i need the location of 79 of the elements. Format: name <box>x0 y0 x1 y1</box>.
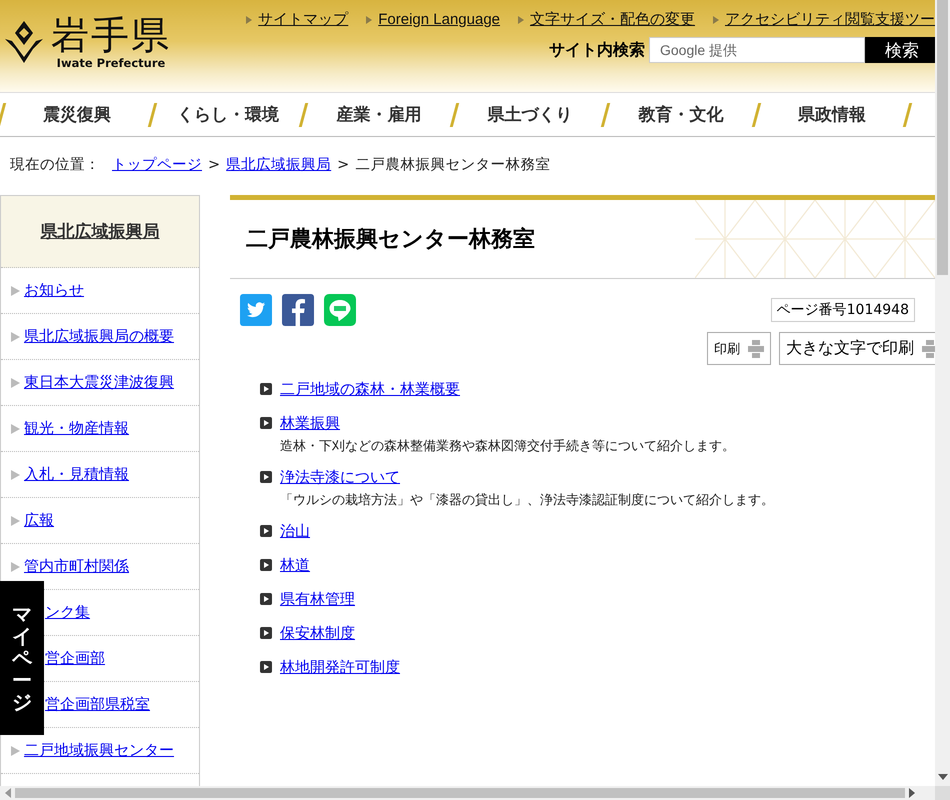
bullet-icon <box>260 593 272 605</box>
sidebar-link[interactable]: 管内市町村関係 <box>24 557 129 576</box>
sidebar-link[interactable]: 広報 <box>24 511 54 530</box>
scroll-right-icon[interactable] <box>909 788 915 798</box>
bullet-icon <box>713 16 719 24</box>
bullet-icon <box>260 661 272 673</box>
bullet-icon <box>11 516 20 526</box>
nav-tab[interactable]: 産業・雇用 <box>305 103 453 126</box>
breadcrumb-label: 現在の位置： <box>10 156 100 174</box>
vertical-scrollbar[interactable] <box>935 0 950 786</box>
nav-tab[interactable]: 県土づくり <box>456 103 604 126</box>
sidebar-link[interactable]: 入札・見積情報 <box>24 465 129 484</box>
logo-title: 岩手県 <box>51 14 171 56</box>
printer-icon <box>922 340 935 358</box>
bullet-icon <box>260 383 272 395</box>
sidebar-link[interactable]: 営企画部 <box>45 649 105 668</box>
bullet-icon <box>366 16 372 24</box>
page-number-badge: ページ番号1014948 <box>770 298 915 322</box>
emblem-icon <box>3 19 45 65</box>
sidebar-link[interactable]: お知らせ <box>24 281 84 300</box>
nav-tab[interactable]: 県政情報 <box>758 103 906 126</box>
content-link[interactable]: 県有林管理 <box>280 590 355 608</box>
mypage-tab[interactable]: マイページ <box>0 581 44 735</box>
search-label: サイト内検索 <box>549 40 645 60</box>
breadcrumb-current: 二戸農林振興センター林務室 <box>355 156 550 174</box>
print-button[interactable]: 印刷 <box>707 332 771 365</box>
bullet-icon <box>518 16 524 24</box>
scroll-down-icon[interactable] <box>938 774 948 780</box>
printer-icon <box>748 340 764 358</box>
bullet-icon <box>260 627 272 639</box>
bullet-icon <box>260 471 272 483</box>
scroll-left-icon[interactable] <box>5 788 11 798</box>
content-link[interactable]: 浄法寺漆について <box>280 468 400 486</box>
sidebar-link[interactable]: ンク集 <box>45 603 90 622</box>
facebook-icon[interactable] <box>282 294 314 326</box>
content-link[interactable]: 保安林制度 <box>280 624 355 642</box>
sidebar-heading-link[interactable]: 県北広域振興局 <box>40 220 160 243</box>
utility-link[interactable]: サイトマップ <box>258 10 348 29</box>
link-description: 造林・下刈などの森林整備業務や森林図簿交付手続き等について紹介します。 <box>280 438 735 455</box>
breadcrumb-link[interactable]: トップページ <box>112 155 202 174</box>
bullet-icon <box>11 562 20 572</box>
nav-tab[interactable]: 震災復興 <box>3 103 151 126</box>
sidebar-link[interactable]: 東日本大震災津波復興 <box>24 373 174 392</box>
link-description: 「ウルシの栽培方法」や「漆器の貸出し」、浄法寺漆認証制度について紹介します。 <box>280 492 774 509</box>
twitter-icon[interactable] <box>240 294 272 326</box>
logo-subtitle: Iwate Prefecture <box>56 56 166 70</box>
print-button[interactable]: 大きな文字で印刷 <box>779 332 935 365</box>
bullet-icon <box>11 286 20 296</box>
search-field[interactable]: Google 提供 <box>649 37 865 63</box>
horizontal-scrollbar[interactable] <box>0 786 950 800</box>
breadcrumb-separator: > <box>208 157 220 173</box>
sidebar-link[interactable]: 県北広域振興局の概要 <box>24 327 174 346</box>
bullet-icon <box>260 525 272 537</box>
bullet-icon <box>246 16 252 24</box>
search-button[interactable]: 検索 <box>865 37 935 63</box>
breadcrumb-separator: > <box>337 157 350 173</box>
bullet-icon <box>260 417 272 429</box>
bullet-icon <box>11 378 20 388</box>
breadcrumb-link[interactable]: 県北広域振興局 <box>226 155 332 174</box>
utility-link[interactable]: アクセシビリティ閲覧支援ツー <box>725 10 935 29</box>
sidebar-link[interactable]: 観光・物産情報 <box>24 419 129 438</box>
bullet-icon <box>11 332 20 342</box>
content-link[interactable]: 林業振興 <box>280 414 340 432</box>
bullet-icon <box>260 559 272 571</box>
bullet-icon <box>11 746 20 756</box>
sidebar-link[interactable]: 営企画部県税室 <box>45 695 150 714</box>
nav-tab[interactable]: 教育・文化 <box>607 103 755 126</box>
bullet-icon <box>11 424 20 434</box>
content-link[interactable]: 林地開発許可制度 <box>280 658 400 676</box>
page-title: 二戸農林振興センター林務室 <box>246 226 535 254</box>
sidebar-link[interactable]: 二戸地域振興センター <box>24 741 174 760</box>
utility-link[interactable]: 文字サイズ・配色の変更 <box>530 10 695 29</box>
scrollbar-corner <box>935 786 950 800</box>
content-link[interactable]: 治山 <box>280 522 310 540</box>
nav-tab[interactable]: くらし・環境 <box>154 103 302 126</box>
bullet-icon <box>11 470 20 480</box>
content-link[interactable]: 林道 <box>280 556 310 574</box>
content-link[interactable]: 二戸地域の森林・林業概要 <box>280 380 460 398</box>
utility-link[interactable]: Foreign Language <box>378 11 500 28</box>
